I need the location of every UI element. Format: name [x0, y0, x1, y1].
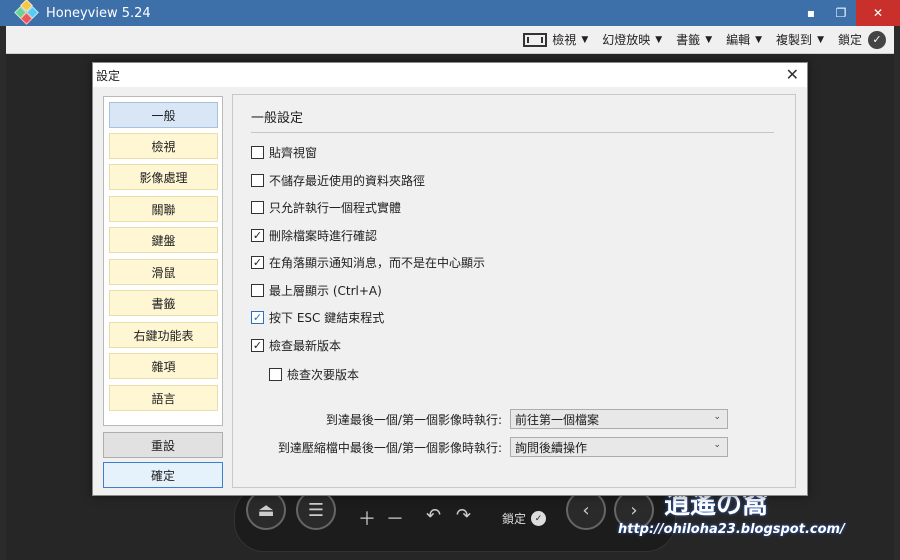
watermark-url: http://ohiloha23.blogspot.com/ [618, 522, 845, 537]
caret-down-icon: ▼ [705, 34, 713, 45]
nav-item-association[interactable]: 關聯 [109, 196, 218, 222]
checkbox[interactable] [251, 174, 264, 187]
previous-icon[interactable]: ‹ [566, 490, 606, 530]
caret-down-icon: ▼ [755, 34, 763, 45]
viewer-lock-toggle[interactable]: 鎖定 ✓ [502, 510, 547, 527]
checkbox-checked[interactable]: ✓ [251, 311, 264, 324]
eject-icon[interactable]: ⏏ [246, 490, 286, 530]
option-check-updates[interactable]: ✓ 檢查最新版本 [251, 337, 341, 354]
checkbox[interactable] [251, 146, 264, 159]
caret-down-icon: ▼ [655, 34, 663, 45]
settings-nav: 一般 檢視 影像處理 關聯 鍵盤 滑鼠 書籤 右鍵功能表 雜項 語言 [103, 96, 223, 426]
checkbox-checked[interactable]: ✓ [251, 229, 264, 242]
dialog-title-bar: 設定 ✕ [93, 63, 807, 87]
ok-button[interactable]: 確定 [103, 462, 223, 488]
caret-down-icon: ▼ [581, 34, 589, 45]
lock-toggle[interactable]: 鎖定 ✓ [837, 30, 886, 49]
chevron-down-icon: ⌄ [713, 440, 721, 450]
main-toolbar: 檢視 ▼ 幻燈放映 ▼ 書籤 ▼ 編輯 ▼ 複製到 ▼ 鎖定 ✓ [6, 26, 894, 54]
menu-icon[interactable]: ☰ [296, 490, 336, 530]
select-value: 前往第一個檔案 [515, 412, 600, 427]
dialog-title: 設定 [96, 68, 121, 83]
option-no-recent-folder[interactable]: 不儲存最近使用的資料夾路徑 [251, 172, 425, 189]
close-icon[interactable]: ✕ [786, 65, 799, 84]
rotate-right-icon[interactable]: ↷ [456, 505, 471, 526]
window-close-button[interactable]: ✕ [856, 0, 900, 26]
frame-icon [523, 32, 548, 47]
settings-dialog: 設定 ✕ 一般 檢視 影像處理 關聯 鍵盤 滑鼠 書籤 右鍵功能表 雜項 語言 … [92, 62, 808, 496]
edit-menu-label: 編輯 [726, 33, 751, 47]
archive-last-image-action-label: 到達壓縮檔中最後一個/第一個影像時執行: [277, 441, 502, 455]
checkbox[interactable] [251, 284, 264, 297]
check-circle-icon: ✓ [868, 30, 886, 49]
reset-button[interactable]: 重設 [103, 432, 223, 458]
section-title: 一般設定 [251, 111, 304, 126]
lock-label: 鎖定 [837, 33, 862, 47]
view-menu[interactable]: 檢視 ▼ [523, 31, 588, 48]
checkbox-checked[interactable]: ✓ [251, 256, 264, 269]
option-single-instance[interactable]: 只允許執行一個程式實體 [251, 199, 401, 216]
title-bar: Honeyview 5.24 ▪ ❐ ✕ [0, 0, 900, 26]
option-corner-notification[interactable]: ✓ 在角落顯示通知消息，而不是在中心顯示 [251, 254, 485, 271]
edit-menu[interactable]: 編輯 ▼ [726, 31, 762, 48]
select-value: 詢問後續操作 [515, 440, 588, 455]
rotate-left-icon[interactable]: ↶ [426, 505, 441, 526]
section-divider [251, 132, 774, 133]
option-label: 只允許執行一個程式實體 [269, 201, 402, 215]
caret-down-icon: ▼ [817, 34, 824, 45]
chevron-down-icon: ⌄ [713, 412, 721, 422]
checkbox[interactable] [269, 368, 282, 381]
checkbox-checked[interactable]: ✓ [251, 339, 264, 352]
restore-button[interactable]: ❐ [826, 0, 856, 26]
window-title: Honeyview 5.24 [46, 5, 151, 21]
option-label: 檢查次要版本 [287, 368, 360, 382]
option-always-on-top[interactable]: 最上層顯示 (Ctrl+A) [251, 282, 382, 299]
checkbox[interactable] [251, 201, 264, 214]
bookmark-menu-label: 書籤 [676, 33, 701, 47]
honeyview-logo-icon [14, 0, 40, 26]
option-label: 在角落顯示通知消息，而不是在中心顯示 [269, 256, 486, 270]
copy-to-menu[interactable]: 複製到 ▼ [776, 31, 824, 48]
option-confirm-delete[interactable]: ✓ 刪除檔案時進行確認 [251, 227, 377, 244]
bookmark-menu[interactable]: 書籤 ▼ [676, 31, 712, 48]
viewer-lock-label: 鎖定 [502, 512, 527, 526]
zoom-out-icon[interactable]: － [386, 505, 404, 531]
minimize-button[interactable]: ▪ [796, 0, 826, 26]
general-settings-panel: 一般設定 貼齊視窗 不儲存最近使用的資料夾路徑 只允許執行一個程式實體 ✓ 刪除… [232, 94, 796, 488]
option-esc-exit[interactable]: ✓ 按下 ESC 鍵結束程式 [251, 309, 384, 326]
option-check-minor-version[interactable]: 檢查次要版本 [269, 366, 359, 383]
nav-item-bookmarks[interactable]: 書籤 [109, 290, 218, 316]
option-label: 不儲存最近使用的資料夾路徑 [269, 174, 426, 188]
slideshow-menu-label: 幻燈放映 [602, 33, 651, 47]
nav-item-keyboard[interactable]: 鍵盤 [109, 227, 218, 253]
option-label: 最上層顯示 (Ctrl+A) [269, 284, 382, 298]
option-label: 貼齊視窗 [269, 146, 318, 160]
option-label: 刪除檔案時進行確認 [269, 229, 378, 243]
check-circle-icon: ✓ [531, 511, 547, 526]
slideshow-menu[interactable]: 幻燈放映 ▼ [602, 31, 662, 48]
last-image-action-select[interactable]: 前往第一個檔案 ⌄ [510, 409, 728, 429]
option-snap-window[interactable]: 貼齊視窗 [251, 144, 317, 161]
nav-item-view[interactable]: 檢視 [109, 133, 218, 159]
option-label: 檢查最新版本 [269, 339, 342, 353]
option-label: 按下 ESC 鍵結束程式 [269, 311, 385, 325]
nav-item-mouse[interactable]: 滑鼠 [109, 259, 218, 285]
nav-item-context-menu[interactable]: 右鍵功能表 [109, 322, 218, 348]
archive-last-image-action-select[interactable]: 詢問後續操作 ⌄ [510, 437, 728, 457]
zoom-in-icon[interactable]: ＋ [358, 505, 376, 531]
nav-item-image-processing[interactable]: 影像處理 [109, 164, 218, 190]
nav-item-misc[interactable]: 雜項 [109, 353, 218, 379]
copy-to-menu-label: 複製到 [776, 33, 813, 47]
nav-item-language[interactable]: 語言 [109, 385, 218, 411]
last-image-action-label: 到達最後一個/第一個影像時執行: [325, 413, 502, 427]
view-menu-label: 檢視 [552, 33, 577, 47]
nav-item-general[interactable]: 一般 [109, 102, 218, 128]
